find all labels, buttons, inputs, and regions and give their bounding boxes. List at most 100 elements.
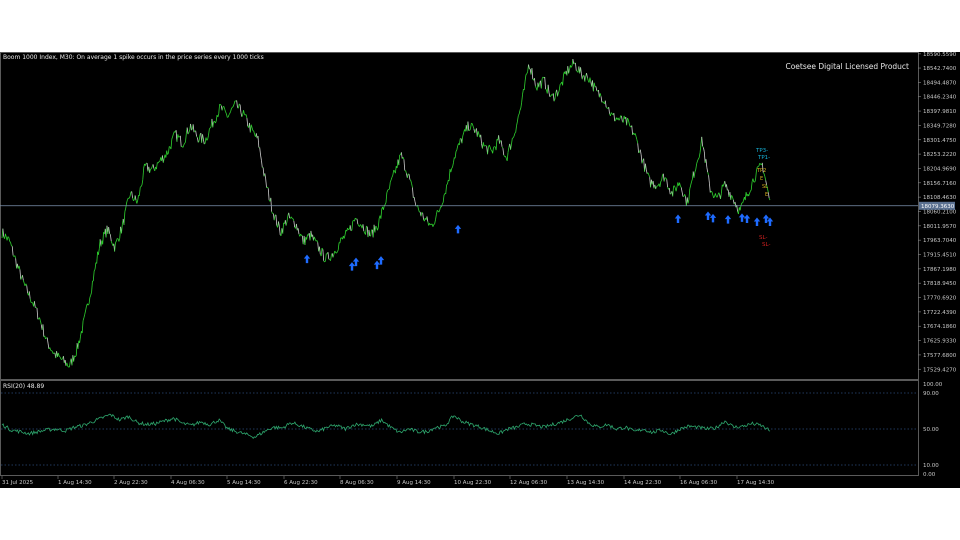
main-panel-border xyxy=(0,52,919,380)
price-segment xyxy=(739,205,742,211)
price-segment xyxy=(144,163,147,166)
price-segment xyxy=(722,183,725,187)
price-chart[interactable]: Boom 1000 Index, M30: On average 1 spike… xyxy=(0,52,960,488)
price-segment xyxy=(432,224,435,227)
price-segment xyxy=(699,145,702,153)
price-segment xyxy=(265,178,267,188)
price-segment xyxy=(11,245,13,247)
price-segment xyxy=(538,82,540,88)
price-tick-label: 17674.1860 xyxy=(923,324,957,330)
watermark: Coetsee Digital Licensed Product xyxy=(785,62,909,71)
price-segment xyxy=(28,291,31,299)
price-segment xyxy=(446,183,448,186)
price-segment xyxy=(621,116,623,122)
price-segment xyxy=(108,227,110,234)
price-axis[interactable]: 18590.5590 18542.7400 18494.4870 18446.2340… xyxy=(918,52,957,373)
price-segment xyxy=(706,167,709,173)
price-tick-label: 18301.4750 xyxy=(923,138,957,144)
price-segment xyxy=(262,167,265,177)
price-segment xyxy=(576,70,578,72)
rsi-series xyxy=(1,413,771,439)
price-segment xyxy=(292,218,295,222)
price-segment xyxy=(552,93,555,102)
price-segment xyxy=(267,186,269,189)
price-segment xyxy=(207,135,209,140)
price-segment xyxy=(253,130,255,135)
price-segment xyxy=(82,317,85,321)
price-segment xyxy=(414,201,417,206)
price-segment xyxy=(693,171,696,178)
price-segment xyxy=(306,234,308,240)
price-segment xyxy=(8,237,11,242)
price-segment xyxy=(195,130,197,137)
price-tick-label: 18060.2100 xyxy=(923,209,957,215)
price-segment xyxy=(490,149,493,151)
price-segment xyxy=(663,177,666,182)
price-segment xyxy=(438,209,441,213)
price-segment xyxy=(109,233,111,235)
price-segment xyxy=(711,191,714,196)
price-segment xyxy=(88,297,91,305)
price-segment xyxy=(400,152,403,159)
price-segment xyxy=(182,144,185,148)
price-segment xyxy=(435,214,437,220)
time-axis[interactable]: 31 Jul 2025 1 Aug 14:30 2 Aug 22:30 4 Aug 0… xyxy=(1,476,775,486)
price-segment xyxy=(489,147,492,150)
price-segment xyxy=(46,337,49,344)
price-tick-label: 18446.2340 xyxy=(923,95,957,101)
price-segment xyxy=(87,303,90,306)
rsi-tick-label: 0.00 xyxy=(923,472,936,478)
price-segment xyxy=(172,133,174,137)
price-segment xyxy=(390,177,393,180)
price-segment xyxy=(98,248,100,255)
entry-label-2: E xyxy=(765,192,768,198)
price-segment xyxy=(325,253,327,262)
price-segment xyxy=(680,185,682,188)
price-segment xyxy=(310,230,313,238)
price-segment xyxy=(96,251,98,264)
price-segment xyxy=(327,252,330,260)
price-segment xyxy=(452,162,454,168)
price-segment xyxy=(618,118,621,121)
price-segment xyxy=(668,188,671,195)
price-segment xyxy=(297,228,300,235)
time-tick-label: 2 Aug 22:30 xyxy=(114,480,148,486)
price-segment xyxy=(229,111,232,114)
price-segment xyxy=(168,146,170,154)
price-segment xyxy=(109,234,112,242)
price-segment xyxy=(232,106,234,108)
price-segment xyxy=(94,262,97,270)
price-segment xyxy=(249,124,252,133)
price-segment xyxy=(389,179,392,183)
price-segment xyxy=(524,74,527,82)
price-segment xyxy=(602,101,604,103)
price-segment xyxy=(59,356,62,360)
price-segment xyxy=(383,205,385,210)
price-segment xyxy=(336,249,339,253)
price-segment xyxy=(528,64,530,69)
price-segment xyxy=(519,107,522,111)
price-segment xyxy=(471,123,474,127)
price-segment xyxy=(608,107,610,114)
price-segment xyxy=(715,193,717,197)
price-segment xyxy=(709,183,711,193)
rsi-tick-label: 10.00 xyxy=(923,463,939,469)
price-segment xyxy=(517,115,519,122)
chart-window[interactable]: Boom 1000 Index, M30: On average 1 spike… xyxy=(0,52,960,488)
price-segment xyxy=(740,202,743,206)
price-segment xyxy=(85,306,87,311)
rsi-tick-label: 90.00 xyxy=(923,391,939,397)
price-segment xyxy=(507,147,510,153)
price-segment xyxy=(51,350,53,352)
price-segment xyxy=(196,136,198,138)
price-segment xyxy=(549,95,551,98)
price-segment xyxy=(581,75,584,80)
price-segment xyxy=(22,275,24,281)
price-segment xyxy=(14,255,17,259)
price-segment xyxy=(231,107,233,109)
price-segment xyxy=(413,197,416,202)
price-segment xyxy=(411,183,413,188)
price-segment xyxy=(557,92,559,97)
price-segment xyxy=(91,281,93,293)
price-segment xyxy=(730,195,732,200)
